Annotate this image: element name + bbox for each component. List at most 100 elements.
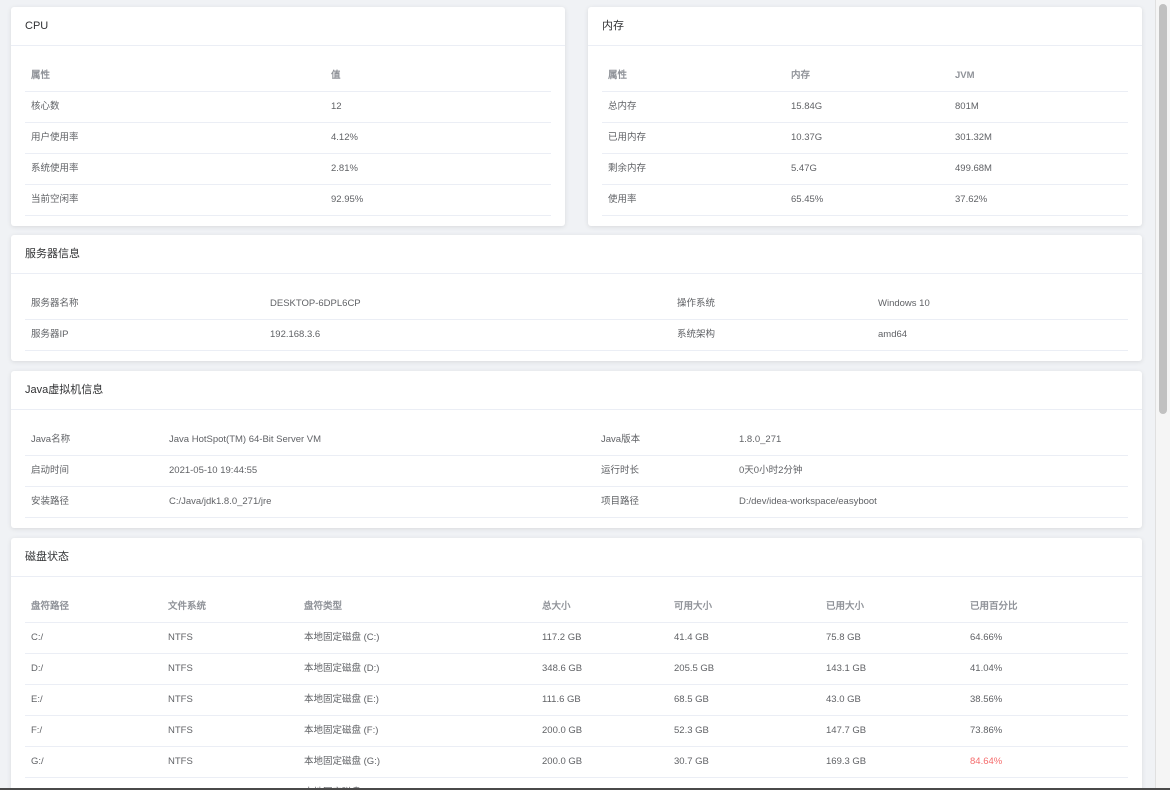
property-name: 系统架构: [671, 319, 872, 351]
table-header-row: 属性 内存 JVM: [602, 61, 1128, 92]
memory-value: 65.45%: [785, 184, 949, 216]
property-value: DESKTOP-6DPL6CP: [264, 289, 671, 320]
table-row: 系统使用率 2.81%: [25, 153, 551, 185]
memory-card-title: 内存: [588, 7, 1142, 46]
table-row: 服务器IP 192.168.3.6 系统架构 amd64: [25, 319, 1128, 351]
jvm-info-card: Java虚拟机信息 Java名称 Java HotSpot(TM) 64-Bit…: [11, 371, 1142, 528]
used-size: 43.0 GB: [820, 684, 964, 716]
free-size: 205.5 GB: [668, 653, 820, 685]
property-value: Java HotSpot(TM) 64-Bit Server VM: [163, 425, 595, 456]
property-value: 4.12%: [325, 122, 551, 154]
table-row: E:/ NTFS 本地固定磁盘 (E:) 111.6 GB 68.5 GB 43…: [25, 684, 1128, 716]
jvm-value: 37.62%: [949, 184, 1128, 216]
property-name: 已用内存: [602, 122, 785, 154]
column-header: 属性: [25, 61, 325, 92]
total-size: 200.0 GB: [536, 715, 668, 747]
property-value: amd64: [872, 319, 1128, 351]
column-header: 文件系统: [162, 592, 298, 623]
table-row: 使用率 65.45% 37.62%: [602, 184, 1128, 216]
disk-path: G:/: [25, 746, 162, 778]
disk-path: C:/: [25, 622, 162, 654]
jvm-info-title: Java虚拟机信息: [11, 371, 1142, 410]
disk-status-title: 磁盘状态: [11, 538, 1142, 577]
jvm-value: 801M: [949, 91, 1128, 123]
property-name: 系统使用率: [25, 153, 325, 185]
property-value: D:/dev/idea-workspace/easyboot: [733, 486, 1128, 518]
disk-status-card: 磁盘状态 盘符路径 文件系统 盘符类型 总大小 可用大小 已用大小 已用百分比: [11, 538, 1142, 790]
property-name: 运行时长: [595, 455, 733, 487]
free-size: 68.5 GB: [668, 684, 820, 716]
table-header-row: 属性 值: [25, 61, 551, 92]
vertical-scrollbar[interactable]: [1155, 0, 1170, 790]
disk-path: E:/: [25, 684, 162, 716]
cpu-card: CPU 属性 值 核心数 12 用户使用率 4.12% 系统使用率 2.81% …: [11, 7, 565, 226]
column-header: 内存: [785, 61, 949, 92]
property-name: 使用率: [602, 184, 785, 216]
table-row: Java名称 Java HotSpot(TM) 64-Bit Server VM…: [25, 425, 1128, 456]
property-name: 剩余内存: [602, 153, 785, 185]
disk-path: F:/: [25, 715, 162, 747]
property-name: 核心数: [25, 91, 325, 123]
disk-type: 本地固定磁盘 (C:): [298, 622, 536, 654]
property-name: 服务器名称: [25, 289, 264, 320]
table-row: 安装路径 C:/Java/jdk1.8.0_271/jre 项目路径 D:/de…: [25, 486, 1128, 518]
used-percent: 41.04%: [964, 653, 1128, 685]
used-size: 75.8 GB: [820, 622, 964, 654]
table-row: 启动时间 2021-05-10 19:44:55 运行时长 0天0小时2分钟: [25, 455, 1128, 487]
property-name: 项目路径: [595, 486, 733, 518]
jvm-value: 301.32M: [949, 122, 1128, 154]
used-size: 169.3 GB: [820, 746, 964, 778]
table-row: 服务器名称 DESKTOP-6DPL6CP 操作系统 Windows 10: [25, 289, 1128, 320]
total-size: 348.6 GB: [536, 653, 668, 685]
memory-value: 15.84G: [785, 91, 949, 123]
cpu-table: 属性 值 核心数 12 用户使用率 4.12% 系统使用率 2.81% 当前空闲…: [25, 61, 551, 216]
column-header: JVM: [949, 61, 1128, 92]
column-header: 已用百分比: [964, 592, 1128, 623]
table-row: 核心数 12: [25, 91, 551, 123]
jvm-value: 499.68M: [949, 153, 1128, 185]
used-percent-warning: 84.64%: [964, 746, 1128, 778]
used-percent: 73.86%: [964, 715, 1128, 747]
property-value: 2.81%: [325, 153, 551, 185]
column-header: 已用大小: [820, 592, 964, 623]
property-name: 操作系统: [671, 289, 872, 320]
used-percent: 38.56%: [964, 684, 1128, 716]
property-name: 用户使用率: [25, 122, 325, 154]
used-percent: 64.66%: [964, 622, 1128, 654]
property-name: 总内存: [602, 91, 785, 123]
file-system: NTFS: [162, 746, 298, 778]
file-system: NTFS: [162, 684, 298, 716]
property-value: 192.168.3.6: [264, 319, 671, 351]
table-row: D:/ NTFS 本地固定磁盘 (D:) 348.6 GB 205.5 GB 1…: [25, 653, 1128, 685]
server-info-table: 服务器名称 DESKTOP-6DPL6CP 操作系统 Windows 10 服务…: [25, 289, 1128, 351]
memory-value: 5.47G: [785, 153, 949, 185]
scrollbar-thumb[interactable]: [1159, 4, 1167, 414]
memory-card: 内存 属性 内存 JVM 总内存 15.84G 801M 已用内存 10.37G…: [588, 7, 1142, 226]
disk-type: 本地固定磁盘 (G:): [298, 746, 536, 778]
property-name: 当前空闲率: [25, 184, 325, 216]
server-info-card: 服务器信息 服务器名称 DESKTOP-6DPL6CP 操作系统 Windows…: [11, 235, 1142, 361]
table-row: 已用内存 10.37G 301.32M: [602, 122, 1128, 154]
cpu-card-title: CPU: [11, 7, 565, 46]
property-name: 服务器IP: [25, 319, 264, 351]
table-row: 用户使用率 4.12%: [25, 122, 551, 154]
file-system: NTFS: [162, 715, 298, 747]
property-name: Java版本: [595, 425, 733, 456]
table-header-row: 盘符路径 文件系统 盘符类型 总大小 可用大小 已用大小 已用百分比: [25, 592, 1128, 623]
disk-type: 本地固定磁盘 (F:): [298, 715, 536, 747]
memory-table: 属性 内存 JVM 总内存 15.84G 801M 已用内存 10.37G 30…: [602, 61, 1128, 216]
table-row: 剩余内存 5.47G 499.68M: [602, 153, 1128, 185]
total-size: 117.2 GB: [536, 622, 668, 654]
table-row: C:/ NTFS 本地固定磁盘 (C:) 117.2 GB 41.4 GB 75…: [25, 622, 1128, 654]
property-value: 2021-05-10 19:44:55: [163, 455, 595, 487]
disk-table: 盘符路径 文件系统 盘符类型 总大小 可用大小 已用大小 已用百分比 C:/ N…: [25, 592, 1128, 790]
property-value: 12: [325, 91, 551, 123]
property-value: 0天0小时2分钟: [733, 455, 1128, 487]
free-size: 52.3 GB: [668, 715, 820, 747]
total-size: 200.0 GB: [536, 746, 668, 778]
column-header: 总大小: [536, 592, 668, 623]
memory-value: 10.37G: [785, 122, 949, 154]
property-value: Windows 10: [872, 289, 1128, 320]
disk-path: D:/: [25, 653, 162, 685]
property-name: Java名称: [25, 425, 163, 456]
